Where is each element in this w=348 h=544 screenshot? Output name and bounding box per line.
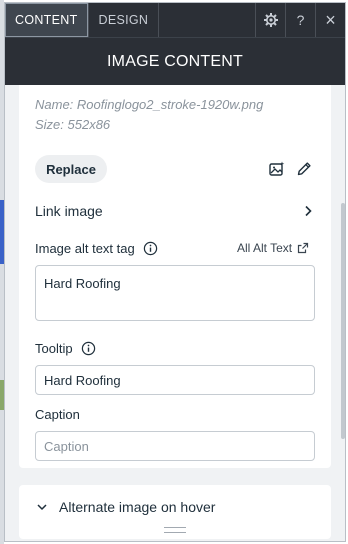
info-icon[interactable] — [143, 241, 158, 256]
image-content-card: Name: Roofinglogo2_stroke-1920w.png Size… — [19, 85, 331, 468]
image-size: Size: 552x86 — [35, 117, 111, 132]
all-alt-text-link[interactable]: All Alt Text — [237, 241, 309, 255]
panel-title-bar: IMAGE CONTENT — [5, 37, 345, 85]
scrollbar[interactable] — [340, 89, 345, 529]
link-image-label: Link image — [35, 203, 103, 219]
info-icon[interactable] — [81, 341, 96, 356]
tooltip-input[interactable] — [35, 365, 315, 395]
image-file-name: Name: Roofinglogo2_stroke-1920w.png — [35, 97, 264, 112]
help-button[interactable]: ? — [285, 3, 315, 37]
close-button[interactable]: × — [315, 3, 345, 37]
alternate-image-hover-label: Alternate image on hover — [59, 499, 216, 515]
tooltip-label-row: Tooltip — [35, 341, 96, 356]
settings-button[interactable] — [255, 3, 285, 37]
caption-input[interactable] — [35, 431, 315, 461]
tab-design[interactable]: DESIGN — [89, 3, 160, 37]
tooltip-label: Tooltip — [35, 341, 73, 356]
all-alt-text-label: All Alt Text — [237, 241, 293, 255]
panel-tabbar: CONTENT DESIGN ? × — [5, 3, 345, 37]
replace-button[interactable]: Replace — [35, 155, 107, 183]
tab-content[interactable]: CONTENT — [5, 3, 89, 37]
alt-text-label: Image alt text tag — [35, 241, 135, 256]
tabbar-drag-area[interactable] — [159, 3, 255, 37]
alternate-image-hover-row[interactable]: Alternate image on hover — [35, 499, 215, 515]
panel-title: IMAGE CONTENT — [107, 52, 243, 70]
caption-label: Caption — [35, 407, 80, 422]
scrollbar-thumb[interactable] — [341, 203, 345, 439]
chevron-right-icon — [305, 205, 312, 217]
alt-text-input[interactable]: Hard Roofing — [35, 265, 315, 321]
edit-image-icon[interactable] — [268, 160, 286, 178]
link-image-row[interactable]: Link image — [35, 197, 315, 225]
caption-label-row: Caption — [35, 407, 80, 422]
pencil-icon[interactable] — [295, 160, 313, 178]
gear-icon — [263, 13, 278, 27]
alt-text-label-row: Image alt text tag — [35, 241, 158, 256]
external-link-icon — [298, 242, 309, 254]
image-settings-panel: CONTENT DESIGN ? × IMAGE CONTENT Name: R… — [4, 2, 346, 542]
resize-handle[interactable] — [164, 527, 186, 533]
chevron-down-icon — [37, 504, 47, 511]
